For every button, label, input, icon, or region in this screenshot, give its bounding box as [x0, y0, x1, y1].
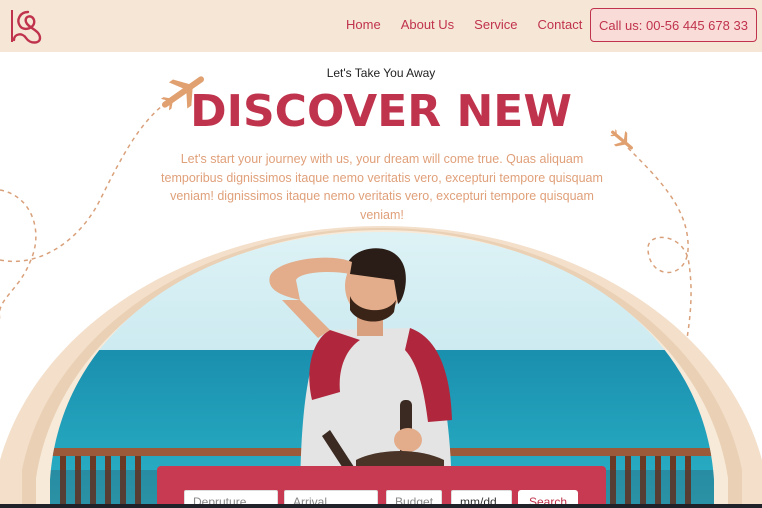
bottom-edge	[0, 504, 762, 508]
hero-photo	[0, 226, 762, 508]
search-panel: Depruture Arrival Budget mm/dd Search	[157, 466, 606, 508]
